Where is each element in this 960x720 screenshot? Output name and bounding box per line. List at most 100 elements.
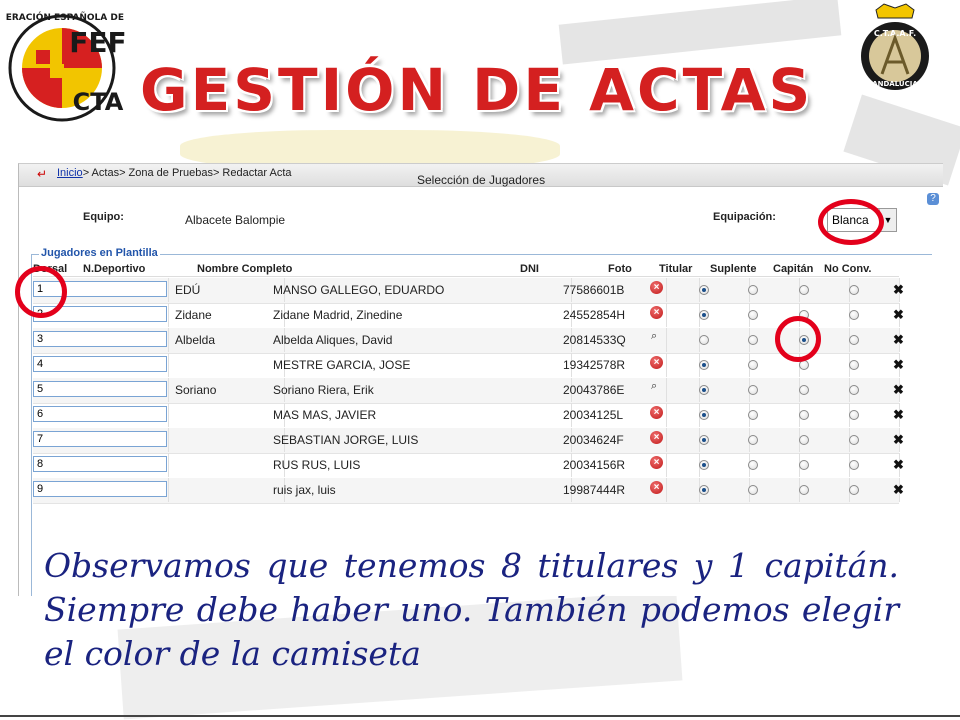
radio-titular[interactable] bbox=[699, 460, 709, 470]
dorsal-input[interactable] bbox=[33, 406, 167, 422]
header-divider bbox=[33, 276, 899, 277]
full-name: Soriano Riera, Erik bbox=[273, 383, 374, 397]
radio-suplente[interactable] bbox=[748, 310, 758, 320]
dni-value: 20043786E bbox=[563, 383, 625, 397]
radio-noconv[interactable] bbox=[849, 485, 859, 495]
radio-noconv[interactable] bbox=[849, 335, 859, 345]
radio-noconv[interactable] bbox=[849, 285, 859, 295]
no-photo-icon[interactable]: × bbox=[650, 306, 663, 319]
table-row: Albelda Albelda Aliques, David 20814533Q ⌕ ✖ bbox=[33, 328, 904, 354]
radio-titular[interactable] bbox=[699, 310, 709, 320]
radio-capitan[interactable] bbox=[799, 385, 809, 395]
radio-noconv[interactable] bbox=[849, 310, 859, 320]
dorsal-input[interactable] bbox=[33, 356, 167, 372]
dorsal-input[interactable] bbox=[33, 456, 167, 472]
dni-value: 20034125L bbox=[563, 408, 624, 422]
radio-capitan[interactable] bbox=[799, 410, 809, 420]
radio-suplente[interactable] bbox=[748, 360, 758, 370]
delete-icon[interactable]: ✖ bbox=[893, 307, 904, 323]
dorsal-input[interactable] bbox=[33, 381, 167, 397]
radio-capitan[interactable] bbox=[799, 460, 809, 470]
svg-text:CTA: CTA bbox=[73, 88, 124, 116]
delete-icon[interactable]: ✖ bbox=[893, 357, 904, 373]
full-name: SEBASTIAN JORGE, LUIS bbox=[273, 433, 419, 447]
delete-icon[interactable]: ✖ bbox=[893, 332, 904, 348]
full-name: MESTRE GARCIA, JOSE bbox=[273, 358, 411, 372]
no-photo-icon[interactable]: × bbox=[650, 406, 663, 419]
page-title: GESTIÓN DE ACTAS bbox=[140, 56, 814, 124]
radio-capitan[interactable] bbox=[799, 435, 809, 445]
breadcrumb-path: > Actas> Zona de Pruebas> Redactar Acta bbox=[82, 167, 292, 179]
delete-icon[interactable]: ✖ bbox=[893, 432, 904, 448]
players-fieldset-legend: Jugadores en Plantilla bbox=[39, 247, 160, 259]
radio-suplente[interactable] bbox=[748, 410, 758, 420]
dorsal-input[interactable] bbox=[33, 481, 167, 497]
radio-titular[interactable] bbox=[699, 335, 709, 345]
full-name: RUS RUS, LUIS bbox=[273, 458, 361, 472]
radio-titular[interactable] bbox=[699, 485, 709, 495]
radio-titular[interactable] bbox=[699, 360, 709, 370]
full-name: ruis jax, luis bbox=[273, 483, 336, 497]
col-head-suplente: Suplente bbox=[710, 263, 757, 275]
radio-suplente[interactable] bbox=[748, 435, 758, 445]
table-cell bbox=[169, 478, 285, 502]
section-heading: Selección de Jugadores bbox=[417, 173, 546, 187]
delete-icon[interactable]: ✖ bbox=[893, 482, 904, 498]
col-head-foto: Foto bbox=[608, 263, 632, 275]
annotation-circle-capitan bbox=[775, 316, 821, 362]
no-photo-icon[interactable]: × bbox=[650, 481, 663, 494]
radio-suplente[interactable] bbox=[748, 460, 758, 470]
table-row: MESTRE GARCIA, JOSE 19342578R × ✖ bbox=[33, 353, 904, 379]
no-photo-icon[interactable]: × bbox=[650, 456, 663, 469]
radio-suplente[interactable] bbox=[748, 285, 758, 295]
radio-noconv[interactable] bbox=[849, 435, 859, 445]
radio-noconv[interactable] bbox=[849, 360, 859, 370]
delete-icon[interactable]: ✖ bbox=[893, 282, 904, 298]
table-cell bbox=[169, 428, 285, 452]
table-cell bbox=[169, 353, 285, 377]
delete-icon[interactable]: ✖ bbox=[893, 457, 904, 473]
table-row: Zidane Zidane Madrid, Zinedine 24552854H × ✖ bbox=[33, 303, 904, 329]
table-cell bbox=[667, 353, 700, 377]
table-row: SEBASTIAN JORGE, LUIS 20034624F × ✖ bbox=[33, 428, 904, 454]
deportivo-name: Soriano bbox=[175, 383, 217, 397]
radio-titular[interactable] bbox=[699, 385, 709, 395]
delete-icon[interactable]: ✖ bbox=[893, 382, 904, 398]
magnifier-icon[interactable]: ⌕ bbox=[651, 330, 657, 343]
radio-titular[interactable] bbox=[699, 410, 709, 420]
radio-suplente[interactable] bbox=[748, 335, 758, 345]
ctaaf-logo: C.T.A.A.F. ANDALUCIA bbox=[861, 3, 929, 90]
full-name: Zidane Madrid, Zinedine bbox=[273, 308, 403, 322]
help-icon[interactable]: ? bbox=[927, 193, 939, 205]
dni-value: 24552854H bbox=[563, 308, 626, 322]
radio-noconv[interactable] bbox=[849, 460, 859, 470]
radio-capitan[interactable] bbox=[799, 285, 809, 295]
table-cell bbox=[667, 278, 700, 302]
no-photo-icon[interactable]: × bbox=[650, 356, 663, 369]
radio-titular[interactable] bbox=[699, 435, 709, 445]
table-row: MAS MAS, JAVIER 20034125L × ✖ bbox=[33, 403, 904, 429]
table-cell bbox=[667, 453, 700, 477]
radio-suplente[interactable] bbox=[748, 385, 758, 395]
rfef-logo-ring-text: REAL FEDERACIÓN ESPAÑOLA DE FÚTBOL bbox=[6, 11, 126, 23]
full-name: Albelda Aliques, David bbox=[273, 333, 393, 347]
col-head-ndeportivo: N.Deportivo bbox=[83, 263, 146, 275]
radio-noconv[interactable] bbox=[849, 385, 859, 395]
delete-icon[interactable]: ✖ bbox=[893, 407, 904, 423]
radio-capitan[interactable] bbox=[799, 485, 809, 495]
col-head-noconv: No Conv. bbox=[824, 263, 872, 275]
dorsal-input[interactable] bbox=[33, 431, 167, 447]
svg-text:FEF: FEF bbox=[69, 26, 126, 59]
no-photo-icon[interactable]: × bbox=[650, 431, 663, 444]
radio-noconv[interactable] bbox=[849, 410, 859, 420]
dorsal-input[interactable] bbox=[33, 331, 167, 347]
magnifier-icon[interactable]: ⌕ bbox=[651, 380, 657, 393]
table-row: EDÚ MANSO GALLEGO, EDUARDO 77586601B × ✖ bbox=[33, 278, 904, 304]
breadcrumb-home-link[interactable]: Inicio bbox=[57, 167, 83, 179]
table-cell bbox=[667, 328, 700, 352]
radio-suplente[interactable] bbox=[748, 485, 758, 495]
no-photo-icon[interactable]: × bbox=[650, 281, 663, 294]
full-name: MAS MAS, JAVIER bbox=[273, 408, 377, 422]
radio-titular[interactable] bbox=[699, 285, 709, 295]
table-cell bbox=[667, 428, 700, 452]
